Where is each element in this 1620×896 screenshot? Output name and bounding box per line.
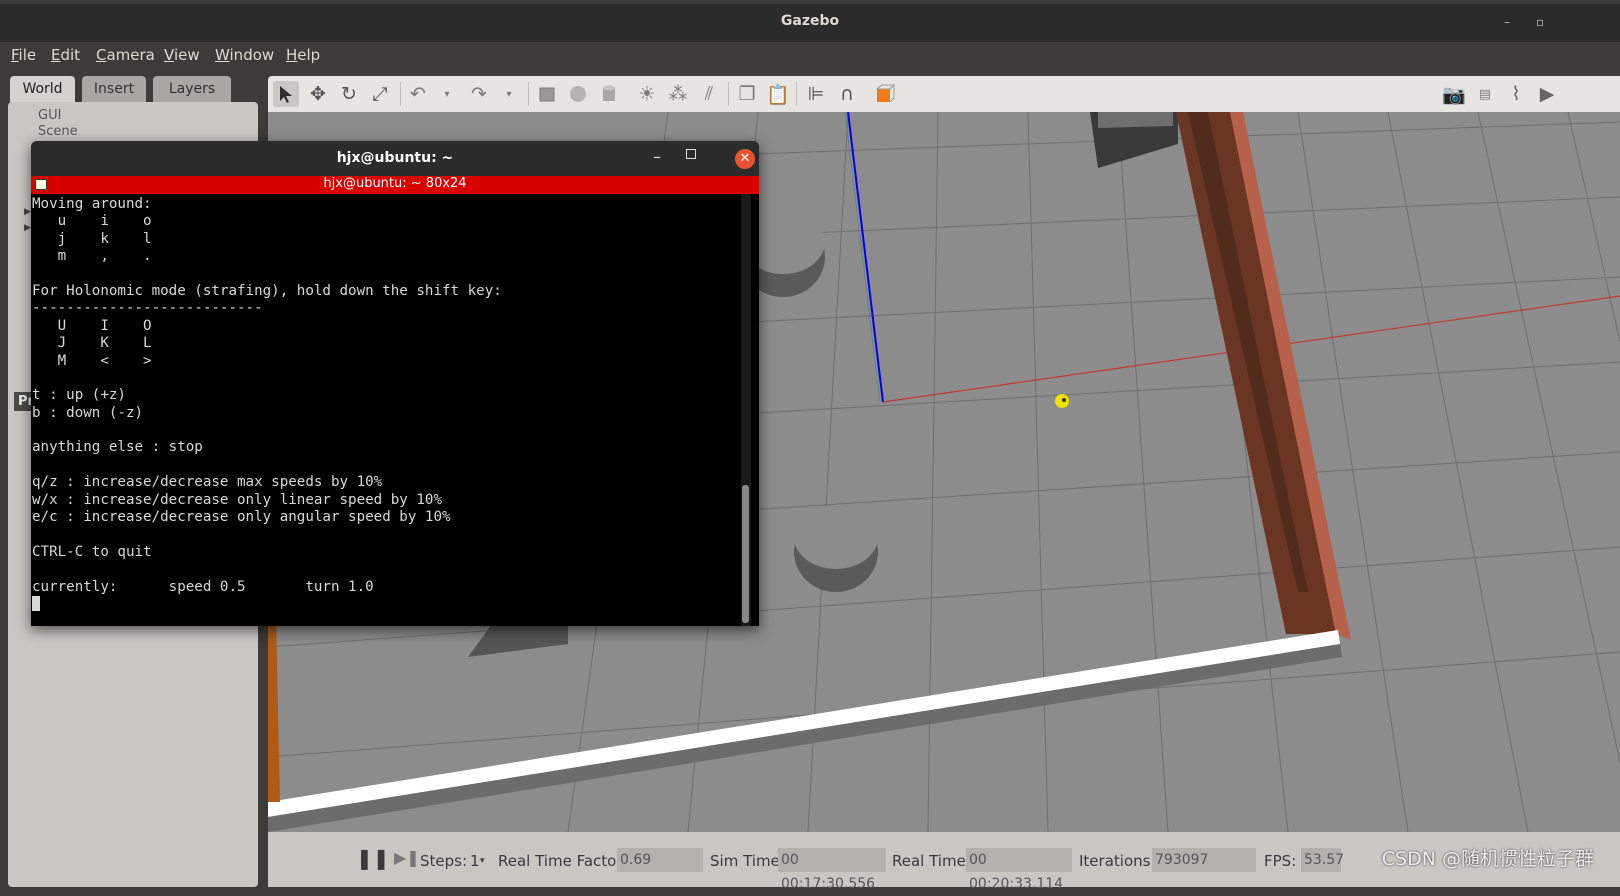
terminal-cursor: [32, 596, 40, 612]
menu-window[interactable]: Window: [215, 46, 274, 64]
menu-file[interactable]: File: [11, 46, 36, 64]
terminal-line: w/x : increase/decrease only linear spee…: [32, 491, 442, 508]
rotate-icon[interactable]: ↻: [336, 81, 362, 107]
terminal-line: q/z : increase/decrease max speeds by 10…: [32, 474, 383, 491]
redo-icon[interactable]: ↷: [466, 81, 492, 107]
menu-camera[interactable]: Camera: [96, 46, 155, 64]
align-icon[interactable]: ⊫: [803, 81, 829, 107]
sim-time-value: 00 00:17:30.556: [778, 848, 886, 892]
box-shape-icon[interactable]: [534, 81, 560, 107]
steps-label: Steps:: [420, 852, 468, 870]
screenshot-icon[interactable]: 📷: [1441, 81, 1467, 107]
terminal-tab-bar: hjx@ubuntu: ~ 80x24: [31, 176, 759, 194]
log-icon[interactable]: ▤: [1472, 81, 1498, 107]
iterations-label: Iterations:: [1079, 852, 1156, 870]
sim-time-label: Sim Time:: [710, 852, 785, 870]
record-video-icon[interactable]: ▶: [1534, 81, 1560, 107]
sphere-shape-icon[interactable]: [565, 81, 591, 107]
rtf-label: Real Time Factor:: [498, 852, 628, 870]
iterations-value: 793097: [1152, 848, 1256, 872]
translate-icon[interactable]: ✥: [305, 81, 331, 107]
terminal-line: Moving around:: [32, 196, 152, 212]
tree-item-gui[interactable]: GUI: [38, 108, 61, 123]
select-arrow-icon[interactable]: [273, 81, 299, 107]
expand-arrow-icon[interactable]: ▶: [24, 223, 31, 233]
terminal-line: currently: speed 0.5 turn 1.0: [32, 578, 374, 595]
copy-icon[interactable]: ❐: [734, 81, 760, 107]
pause-icon[interactable]: ❚❚: [356, 846, 390, 870]
real-time-value: 00 00:20:33.114: [966, 848, 1072, 892]
rtf-value: 0.69: [617, 848, 703, 872]
terminal-line: e/c : increase/decrease only angular spe…: [32, 509, 451, 526]
terminal-line: b : down (-z): [32, 404, 144, 421]
terminal-window[interactable]: hjx@ubuntu: ~ – ✕ hjx@ubuntu: ~ 80x24 Mo…: [31, 141, 759, 626]
tab-insert[interactable]: Insert: [82, 76, 146, 102]
terminal-line: M < >: [32, 352, 152, 369]
terminal-maximize-icon[interactable]: [686, 149, 696, 159]
menu-view[interactable]: View: [164, 46, 200, 64]
terminal-title: hjx@ubuntu: ~: [336, 150, 454, 166]
window-titlebar: Gazebo – ▫: [0, 0, 1620, 42]
step-icon[interactable]: ▶❚: [394, 848, 420, 867]
undo-icon[interactable]: ↶: [405, 81, 431, 107]
expand-arrow-icon[interactable]: ▶: [24, 207, 31, 217]
menu-bar: File Edit Camera View Window Help: [0, 42, 1620, 72]
terminal-line: m , .: [32, 248, 152, 265]
real-time-label: Real Time:: [892, 852, 971, 870]
steps-dropdown-icon[interactable]: ▾: [480, 856, 485, 866]
scale-icon[interactable]: ⤢: [367, 81, 393, 107]
directional-light-icon[interactable]: ⫽: [696, 81, 722, 107]
point-light-icon[interactable]: ☀: [634, 81, 660, 107]
plot-icon[interactable]: ⌇: [1503, 81, 1529, 107]
tab-layers[interactable]: Layers: [153, 76, 231, 102]
menu-help[interactable]: Help: [286, 46, 320, 64]
paste-icon[interactable]: 📋: [765, 81, 791, 107]
snap-icon[interactable]: ∩: [834, 81, 860, 107]
toolbar: ✥ ↻ ⤢ ↶ ▾ ↷ ▾ ☀ ⁂ ⫽ ❐ 📋 ⊫ ∩ 📷 ▤ ⌇ ▶: [268, 76, 1620, 112]
tree-item-scene[interactable]: Scene: [38, 124, 78, 139]
terminal-line: u i o: [32, 213, 152, 230]
steps-value[interactable]: 1: [470, 852, 480, 870]
terminal-scrollbar-thumb[interactable]: [742, 485, 749, 623]
terminal-line: For Holonomic mode (strafing), hold down…: [32, 282, 502, 299]
undo-history-icon[interactable]: ▾: [434, 81, 460, 107]
cylinder-shape-icon[interactable]: [596, 81, 622, 107]
terminal-tab-title: hjx@ubuntu: ~ 80x24: [323, 176, 467, 191]
terminal-line: ---------------------------: [32, 300, 263, 317]
terminal-line: J K L: [32, 335, 152, 352]
view-angle-icon[interactable]: [872, 81, 898, 107]
tab-world[interactable]: World: [10, 76, 75, 102]
terminal-titlebar[interactable]: hjx@ubuntu: ~ – ✕: [31, 141, 759, 176]
terminal-close-icon[interactable]: ✕: [735, 149, 755, 169]
redo-history-icon[interactable]: ▾: [496, 81, 522, 107]
menu-edit[interactable]: Edit: [51, 46, 80, 64]
watermark: CSDN @随机惯性粒子群: [1381, 848, 1594, 870]
terminal-minimize-icon[interactable]: –: [653, 147, 661, 166]
terminal-line: t : up (+z): [32, 387, 126, 404]
fps-label: FPS:: [1264, 852, 1297, 870]
spot-light-icon[interactable]: ⁂: [665, 81, 691, 107]
terminal-line: CTRL-C to quit: [32, 543, 152, 560]
terminal-line: j k l: [32, 230, 152, 247]
terminal-line: anything else : stop: [32, 439, 203, 456]
terminal-line: U I O: [32, 317, 152, 334]
terminal-output[interactable]: Moving around: u i o j k l m , . For Hol…: [32, 196, 732, 624]
minimize-icon[interactable]: –: [1504, 15, 1510, 29]
status-bar: ❚❚ ▶❚ Steps: 1 ▾ Real Time Factor: 0.69 …: [268, 832, 1620, 892]
maximize-icon[interactable]: ▫: [1536, 15, 1544, 29]
window-title: Gazebo: [780, 13, 840, 29]
fps-value: 53.57: [1301, 848, 1344, 872]
